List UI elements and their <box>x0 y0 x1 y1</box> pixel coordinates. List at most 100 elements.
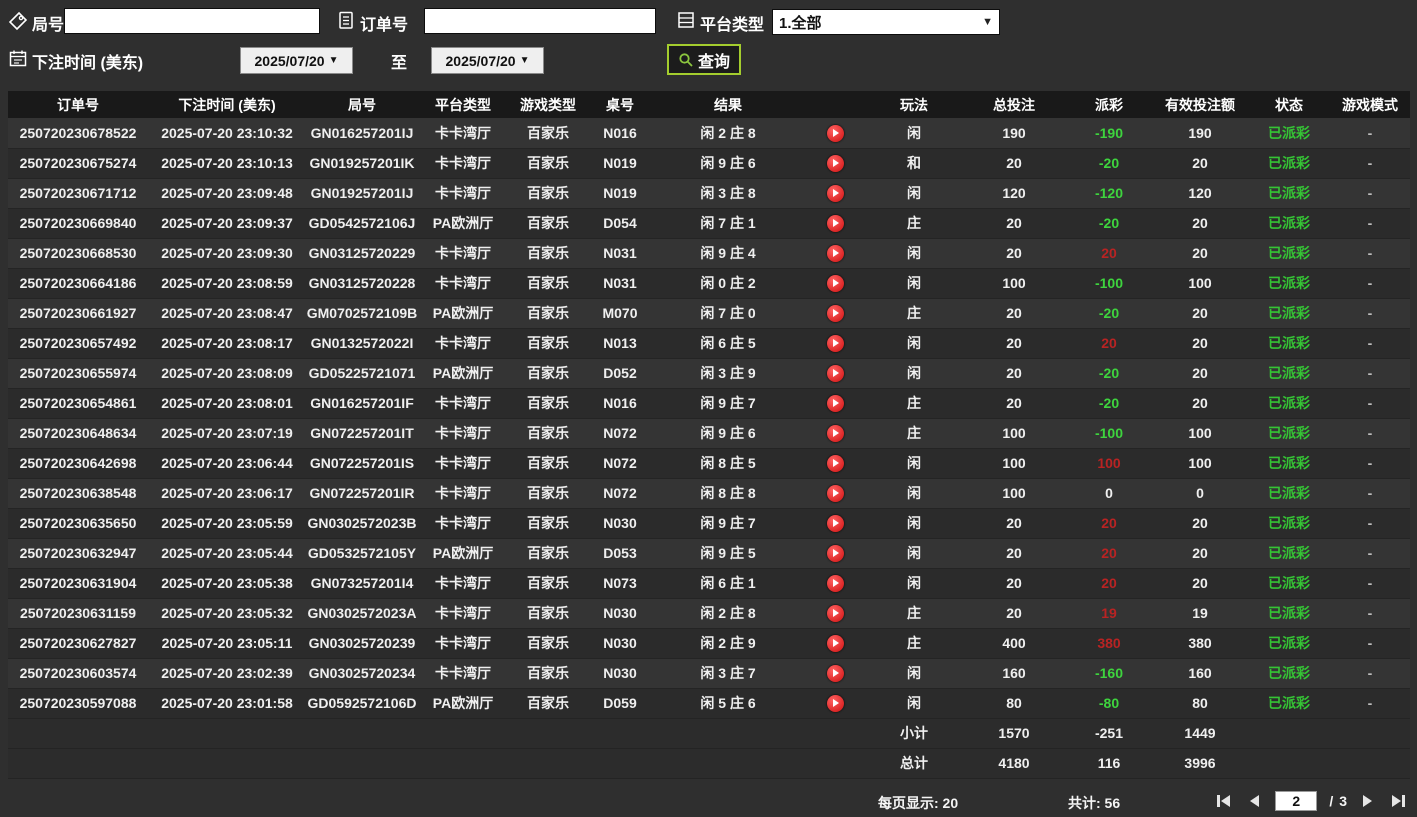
cell-play-method: 闲 <box>866 178 962 209</box>
cell-payout: 20 <box>1066 508 1152 539</box>
cell-play-video <box>804 568 866 599</box>
header-result: 结果 <box>652 91 804 118</box>
cell-game-type: 百家乐 <box>508 148 588 179</box>
pager: 2 / 3 <box>1215 791 1407 811</box>
platform-icon <box>678 12 694 28</box>
cell-game-mode: - <box>1330 238 1410 269</box>
cell-game-type: 百家乐 <box>508 388 588 419</box>
play-video-button[interactable] <box>826 424 844 442</box>
play-video-button[interactable] <box>826 184 844 202</box>
play-video-button[interactable] <box>826 604 844 622</box>
cell-game-mode: - <box>1330 388 1410 419</box>
cell-total-bet: 20 <box>962 148 1066 179</box>
cell-bet-time: 2025-07-20 23:05:11 <box>148 628 306 659</box>
first-page-button[interactable] <box>1215 793 1233 809</box>
play-video-button[interactable] <box>826 574 844 592</box>
cell-game-mode: - <box>1330 148 1410 179</box>
play-video-button[interactable] <box>826 454 844 472</box>
cell-play-method: 闲 <box>866 328 962 359</box>
cell-play-video <box>804 178 866 209</box>
cell-play-method: 庄 <box>866 628 962 659</box>
cell-platform-type: 卡卡湾厅 <box>418 388 508 419</box>
cell-total-bet: 100 <box>962 478 1066 509</box>
cell-status: 已派彩 <box>1248 448 1330 479</box>
play-video-button[interactable] <box>826 694 844 712</box>
play-video-button[interactable] <box>826 634 844 652</box>
date-from-value: 2025/07/20 <box>254 52 325 69</box>
cell-round-id: GN03125720229 <box>306 238 418 269</box>
cell-play-method: 庄 <box>866 208 962 239</box>
order-input[interactable] <box>424 8 656 34</box>
cell-status: 已派彩 <box>1248 148 1330 179</box>
cell-total-bet: 80 <box>962 688 1066 719</box>
cell-platform-type: 卡卡湾厅 <box>418 178 508 209</box>
cell-game-type: 百家乐 <box>508 658 588 689</box>
play-video-button[interactable] <box>826 154 844 172</box>
cell-bet-time: 2025-07-20 23:06:17 <box>148 478 306 509</box>
query-button[interactable]: 查询 <box>667 44 741 75</box>
cell-round-id: GN016257201IF <box>306 388 418 419</box>
cell-play-method: 庄 <box>866 418 962 449</box>
cell-game-mode: - <box>1330 268 1410 299</box>
cell-game-type: 百家乐 <box>508 598 588 629</box>
header-platform-type: 平台类型 <box>418 91 508 118</box>
play-video-button[interactable] <box>826 364 844 382</box>
play-video-button[interactable] <box>826 214 844 232</box>
prev-page-button[interactable] <box>1245 793 1263 809</box>
cell-bet-time: 2025-07-20 23:10:32 <box>148 118 306 149</box>
cell-payout: -100 <box>1066 268 1152 299</box>
play-video-button[interactable] <box>826 514 844 532</box>
next-page-button[interactable] <box>1359 793 1377 809</box>
play-video-button[interactable] <box>826 484 844 502</box>
cell-table-no: N073 <box>588 568 652 599</box>
current-page-input[interactable]: 2 <box>1275 791 1318 811</box>
cell-status: 已派彩 <box>1248 538 1330 569</box>
cell-bet-time: 2025-07-20 23:07:19 <box>148 418 306 449</box>
play-video-button[interactable] <box>826 664 844 682</box>
cell-payout: 0 <box>1066 478 1152 509</box>
play-video-button[interactable] <box>826 274 844 292</box>
cell-game-mode: - <box>1330 358 1410 389</box>
cell-play-method: 闲 <box>866 238 962 269</box>
round-input[interactable] <box>64 8 320 34</box>
cell-payout: 20 <box>1066 568 1152 599</box>
cell-table-no: D052 <box>588 358 652 389</box>
cell-play-video <box>804 628 866 659</box>
date-to-picker[interactable]: 2025/07/20 ▼ <box>431 47 544 74</box>
cell-status: 已派彩 <box>1248 298 1330 329</box>
date-from-picker[interactable]: 2025/07/20 ▼ <box>240 47 353 74</box>
cell-round-id: GN019257201IJ <box>306 178 418 209</box>
table-row: 250720230657492 2025-07-20 23:08:17 GN0132… <box>8 328 1410 359</box>
cell-total-bet: 20 <box>962 298 1066 329</box>
play-video-button[interactable] <box>826 394 844 412</box>
cell-bet-time: 2025-07-20 23:05:44 <box>148 538 306 569</box>
cell-platform-type: 卡卡湾厅 <box>418 148 508 179</box>
platform-select[interactable]: 1.全部 ▼ <box>772 9 1000 35</box>
play-video-button[interactable] <box>826 244 844 262</box>
page-separator: / <box>1329 793 1334 809</box>
cell-bet-time: 2025-07-20 23:01:58 <box>148 688 306 719</box>
cell-status: 已派彩 <box>1248 688 1330 719</box>
cell-result: 闲 9 庄 6 <box>652 418 804 449</box>
table-row: 250720230631904 2025-07-20 23:05:38 GN0732… <box>8 568 1410 599</box>
cell-result: 闲 3 庄 8 <box>652 178 804 209</box>
cell-result: 闲 0 庄 2 <box>652 268 804 299</box>
play-video-button[interactable] <box>826 304 844 322</box>
last-page-button[interactable] <box>1389 793 1407 809</box>
cell-bet-time: 2025-07-20 23:02:39 <box>148 658 306 689</box>
play-video-button[interactable] <box>826 124 844 142</box>
cell-order-id: 250720230603574 <box>8 658 148 689</box>
cell-bet-time: 2025-07-20 23:05:32 <box>148 598 306 629</box>
cell-table-no: N030 <box>588 658 652 689</box>
header-game-type: 游戏类型 <box>508 91 588 118</box>
cell-game-mode: - <box>1330 628 1410 659</box>
cell-play-video <box>804 688 866 719</box>
cell-valid-bet: 20 <box>1152 148 1248 179</box>
cell-table-no: D059 <box>588 688 652 719</box>
play-video-button[interactable] <box>826 334 844 352</box>
play-video-button[interactable] <box>826 544 844 562</box>
cell-table-no: N016 <box>588 388 652 419</box>
cell-game-type: 百家乐 <box>508 508 588 539</box>
play-icon <box>833 639 839 648</box>
cell-status: 已派彩 <box>1248 268 1330 299</box>
